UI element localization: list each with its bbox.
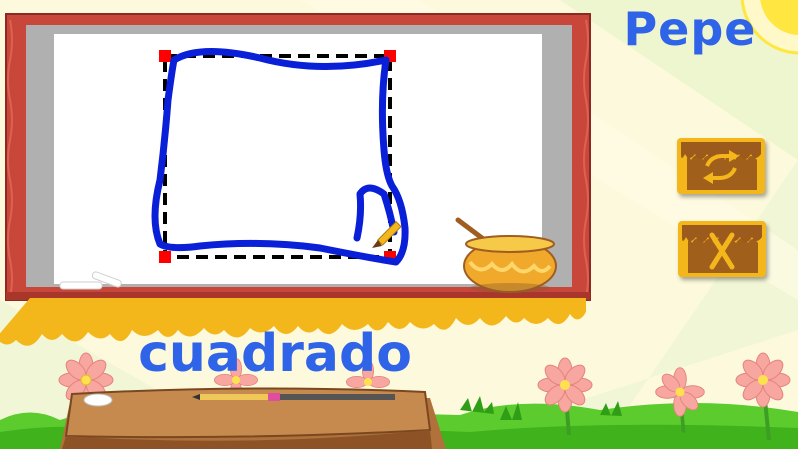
- repeat-arrows-icon: [681, 142, 761, 190]
- player-name: Pepe: [623, 2, 757, 56]
- repeat-button[interactable]: [677, 138, 765, 194]
- close-x-icon: [682, 225, 762, 273]
- eraser-icon: [83, 393, 113, 407]
- pencil-icon: [192, 393, 395, 401]
- close-button[interactable]: [678, 221, 766, 277]
- target-word: cuadrado: [138, 324, 412, 384]
